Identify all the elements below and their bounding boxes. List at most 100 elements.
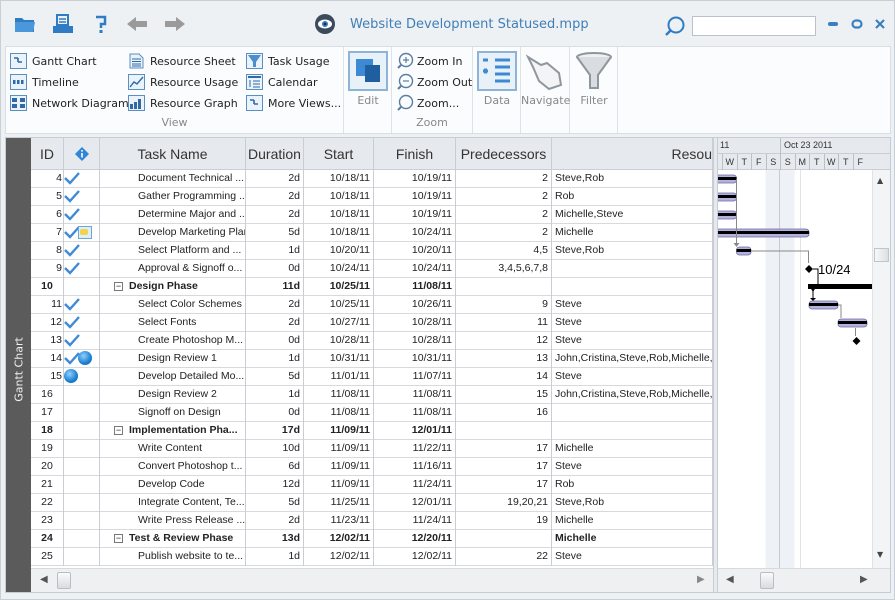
task-start[interactable]: 11/08/11 [304,386,374,404]
resource-graph-view[interactable]: Resource Graph [128,94,238,112]
task-predecessors[interactable] [456,278,552,296]
task-resources[interactable]: Steve,Rob [552,170,713,188]
task-start[interactable]: 12/02/11 [304,530,374,548]
indicators[interactable] [64,386,100,404]
task-finish[interactable]: 11/08/11 [374,278,456,296]
task-name[interactable]: Convert Photoshop t... [100,458,246,476]
task-name[interactable]: Design Review 1 [100,350,246,368]
task-name[interactable]: Write Press Release ... [100,512,246,530]
indicators[interactable] [64,440,100,458]
indicators[interactable] [64,512,100,530]
indicators[interactable] [64,548,100,566]
task-id[interactable]: 7 [31,224,64,242]
task-predecessors[interactable] [456,530,552,548]
search-input[interactable] [692,16,816,36]
task-id[interactable]: 25 [31,548,64,566]
gantt-scroll-thumb[interactable] [760,572,774,589]
task-id[interactable]: 10 [31,278,64,296]
task-name[interactable]: Develop Code [100,476,246,494]
task-start[interactable]: 11/01/11 [304,368,374,386]
task-name[interactable]: Integrate Content, Te... [100,494,246,512]
task-start[interactable]: 10/18/11 [304,224,374,242]
task-start[interactable]: 10/27/11 [304,314,374,332]
task-row[interactable]: 6 Determine Major and ... 2d 10/18/11 10/19/… [31,206,713,224]
task-name[interactable]: Create Photoshop M... [100,332,246,350]
task-name[interactable]: Select Color Schemes [100,296,246,314]
scroll-left-icon[interactable]: ◀ [40,574,48,585]
scroll-down-icon[interactable]: ▼ [877,550,883,559]
task-duration[interactable]: 13d [246,530,304,548]
task-name[interactable]: Select Fonts [100,314,246,332]
task-id[interactable]: 8 [31,242,64,260]
task-finish[interactable]: 10/26/11 [374,296,456,314]
calendar-view[interactable]: Calendar [246,73,317,91]
task-id[interactable]: 22 [31,494,64,512]
resource-usage-view[interactable]: Resource Usage [128,73,238,91]
task-predecessors[interactable]: 2 [456,188,552,206]
task-name[interactable]: Signoff on Design [100,404,246,422]
vertical-scroll-thumb[interactable] [874,248,889,262]
restore-button[interactable] [849,15,865,33]
task-row[interactable]: 22 Integrate Content, Te... 5d 11/25/11 12/0… [31,494,713,512]
task-start[interactable]: 11/09/11 [304,458,374,476]
task-finish[interactable]: 10/19/11 [374,206,456,224]
back-arrow-icon[interactable] [125,13,149,35]
indicators[interactable] [64,368,100,386]
indicators[interactable] [64,476,100,494]
task-start[interactable]: 12/02/11 [304,548,374,566]
open-folder-icon[interactable] [13,13,37,35]
task-resources[interactable]: Steve [552,368,713,386]
task-row[interactable]: 14 Design Review 1 1d 10/31/11 10/31/11 13 Joh… [31,350,713,368]
task-id[interactable]: 16 [31,386,64,404]
task-predecessors[interactable]: 22 [456,548,552,566]
task-duration[interactable]: 5d [246,494,304,512]
task-usage-view[interactable]: Task Usage [246,52,330,70]
indicators[interactable] [64,332,100,350]
task-id[interactable]: 9 [31,260,64,278]
task-predecessors[interactable]: 2 [456,206,552,224]
task-finish[interactable]: 10/24/11 [374,260,456,278]
task-id[interactable]: 6 [31,206,64,224]
indicators[interactable] [64,530,100,548]
task-finish[interactable]: 11/16/11 [374,458,456,476]
indicators[interactable] [64,350,100,368]
task-predecessors[interactable] [456,422,552,440]
column-header-task-name[interactable]: Task Name [100,138,246,170]
task-row[interactable]: 8 Select Platform and ... 1d 10/20/11 10/20/… [31,242,713,260]
task-predecessors[interactable]: 19 [456,512,552,530]
task-finish[interactable]: 11/22/11 [374,440,456,458]
task-duration[interactable]: 2d [246,512,304,530]
task-duration[interactable]: 2d [246,206,304,224]
task-duration[interactable]: 11d [246,278,304,296]
column-header-resources[interactable]: Resou [552,138,713,170]
gantt-horizontal-scrollbar[interactable]: ◀ ▶ [718,568,890,592]
task-duration[interactable]: 2d [246,296,304,314]
task-finish[interactable]: 10/19/11 [374,170,456,188]
task-resources[interactable]: Rob [552,188,713,206]
gantt-chart-side-tab[interactable]: Gantt Chart [6,138,31,592]
task-start[interactable]: 11/09/11 [304,476,374,494]
task-predecessors[interactable]: 15 [456,386,552,404]
task-duration[interactable]: 1d [246,386,304,404]
task-name[interactable]: Gather Programming ... [100,188,246,206]
column-header-duration[interactable]: Duration [246,138,304,170]
task-duration[interactable]: 10d [246,440,304,458]
task-row[interactable]: 11 Select Color Schemes 2d 10/25/11 10/26/11… [31,296,713,314]
collapse-toggle-icon[interactable]: − [114,281,123,291]
task-predecessors[interactable]: 11 [456,314,552,332]
task-row[interactable]: 7 Develop Marketing Plan 5d 10/18/11 10/24/1… [31,224,713,242]
gantt-chart-view[interactable]: Gantt Chart [10,52,97,70]
collapse-toggle-icon[interactable]: − [114,533,123,543]
task-duration[interactable]: 17d [246,422,304,440]
task-finish[interactable]: 12/20/11 [374,530,456,548]
task-row[interactable]: 25 Publish website to te... 1d 12/02/11 12/0… [31,548,713,566]
task-start[interactable]: 11/25/11 [304,494,374,512]
task-resources[interactable]: Steve [552,296,713,314]
task-predecessors[interactable]: 12 [456,332,552,350]
column-header-predecessors[interactable]: Predecessors [456,138,552,170]
task-name[interactable]: − Test & Review Phase [100,530,246,548]
task-name[interactable]: − Implementation Pha... [100,422,246,440]
task-id[interactable]: 17 [31,404,64,422]
task-id[interactable]: 13 [31,332,64,350]
task-resources[interactable]: John,Cristina,Steve,Rob,Michelle,Ji [552,386,713,404]
